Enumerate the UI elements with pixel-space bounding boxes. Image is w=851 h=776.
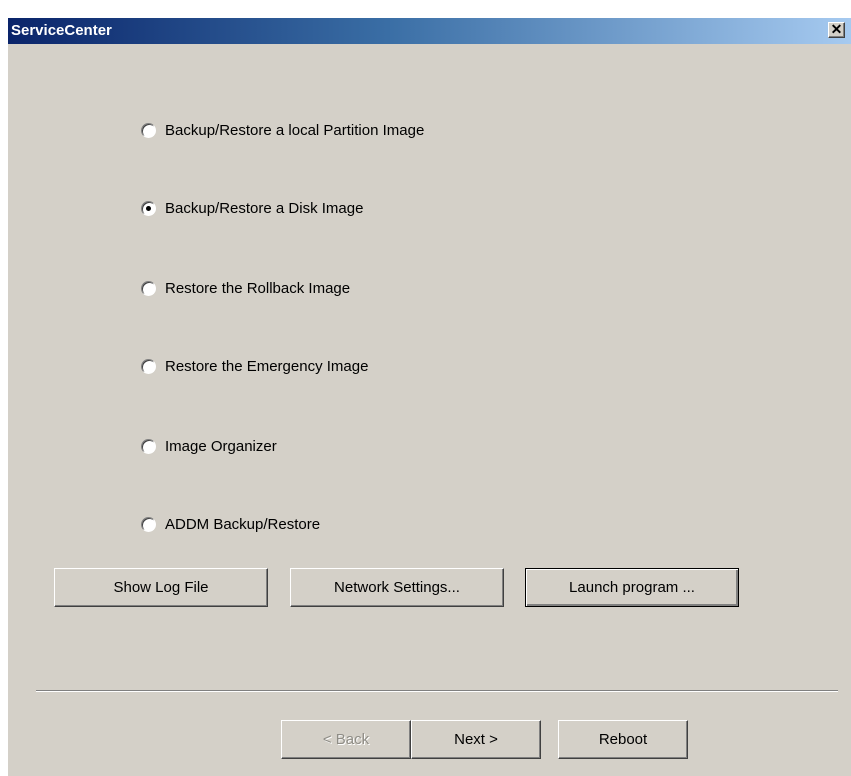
radio-option-emergency-image[interactable]: Restore the Emergency Image	[141, 355, 368, 377]
close-icon: ✕	[830, 21, 843, 37]
radio-option-rollback-image[interactable]: Restore the Rollback Image	[141, 277, 350, 299]
network-settings-button[interactable]: Network Settings...	[290, 568, 504, 607]
next-button[interactable]: Next >	[411, 720, 541, 759]
radio-button[interactable]	[141, 280, 156, 296]
window-title: ServiceCenter	[11, 22, 112, 39]
back-label: < Back	[322, 731, 370, 748]
reboot-label: Reboot	[598, 731, 648, 748]
radio-label: Restore the Emergency Image	[165, 357, 369, 375]
radio-label: Restore the Rollback Image	[165, 279, 351, 297]
title-bar[interactable]: ServiceCenter ✕	[8, 18, 851, 44]
radio-label: ADDM Backup/Restore	[165, 515, 321, 533]
radio-option-addm-backup[interactable]: ADDM Backup/Restore	[141, 513, 320, 535]
reboot-button[interactable]: Reboot	[558, 720, 688, 759]
radio-label: Image Organizer	[165, 437, 277, 455]
radio-option-image-organizer[interactable]: Image Organizer	[141, 435, 277, 457]
radio-option-disk-image[interactable]: Backup/Restore a Disk Image	[141, 197, 363, 219]
radio-button[interactable]	[141, 122, 156, 138]
radio-button[interactable]	[141, 200, 156, 216]
close-button[interactable]: ✕	[828, 22, 845, 38]
launch-program-button[interactable]: Launch program ...	[525, 568, 739, 607]
radio-button[interactable]	[141, 358, 156, 374]
back-button[interactable]: < Back	[281, 720, 411, 759]
radio-selected-dot	[146, 205, 151, 211]
radio-button[interactable]	[141, 516, 156, 532]
launch-program-label: Launch program ...	[569, 579, 695, 596]
servicecenter-window: ServiceCenter ✕ Backup/Restore a local P…	[7, 18, 851, 776]
network-settings-label: Network Settings...	[334, 579, 460, 596]
radio-label: Backup/Restore a Disk Image	[165, 199, 364, 217]
radio-option-partition-image[interactable]: Backup/Restore a local Partition Image	[141, 119, 424, 141]
radio-label: Backup/Restore a local Partition Image	[165, 121, 425, 139]
next-label: Next >	[454, 731, 498, 748]
show-log-file-button[interactable]: Show Log File	[54, 568, 268, 607]
show-log-file-label: Show Log File	[113, 579, 209, 596]
radio-button[interactable]	[141, 438, 156, 454]
separator-line	[36, 690, 838, 692]
